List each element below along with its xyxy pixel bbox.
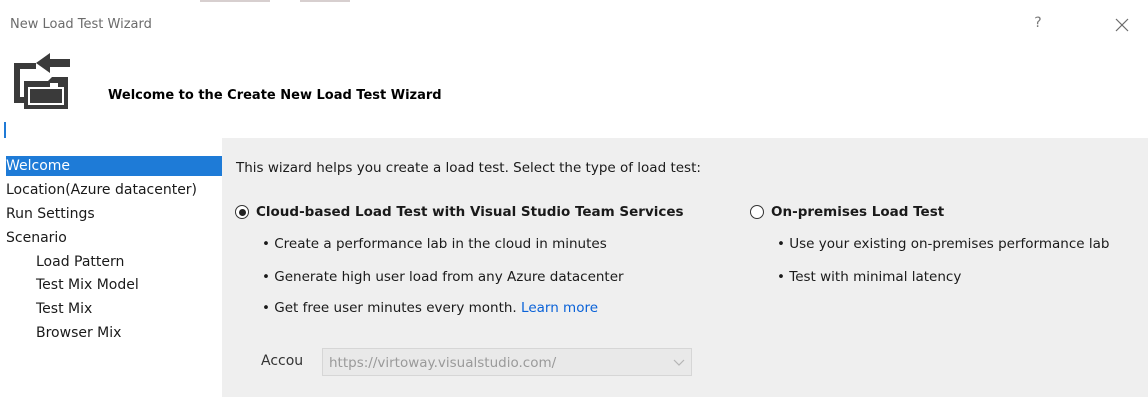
onprem-option-label[interactable]: On-premises Load Test: [771, 204, 944, 220]
background-artifact: [200, 0, 270, 2]
cloud-bullet: • Get free user minutes every month. Lea…: [262, 300, 598, 316]
cloud-option-label[interactable]: Cloud-based Load Test with Visual Studio…: [256, 204, 684, 220]
account-select[interactable]: https://virtoway.visualstudio.com/: [322, 348, 692, 376]
nav-item-scenario[interactable]: Scenario: [6, 228, 67, 248]
cloud-radio[interactable]: [235, 205, 249, 219]
help-button[interactable]: ?: [1030, 15, 1046, 33]
radio-selected-dot: [238, 208, 246, 216]
account-select-value: https://virtoway.visualstudio.com/: [329, 355, 557, 371]
account-label: Accou: [261, 353, 304, 369]
nav-item-load-pattern[interactable]: Load Pattern: [36, 252, 124, 272]
close-icon: [1115, 18, 1129, 32]
window-title: New Load Test Wizard: [10, 17, 152, 32]
wizard-title: Welcome to the Create New Load Test Wiza…: [108, 88, 442, 103]
nav-item-test-mix-model[interactable]: Test Mix Model: [36, 275, 139, 295]
intro-text: This wizard helps you create a load test…: [236, 160, 701, 176]
background-artifact: [300, 0, 350, 2]
cloud-bullet: • Generate high user load from any Azure…: [262, 269, 624, 285]
nav-item-label: Welcome: [6, 158, 71, 174]
onprem-bullet: • Test with minimal latency: [777, 269, 962, 285]
wizard-nav: Welcome Location(Azure datacenter) Run S…: [0, 138, 234, 397]
nav-item-test-mix[interactable]: Test Mix: [36, 299, 92, 319]
title-bar: New Load Test Wizard ?: [0, 5, 1148, 41]
main-panel: This wizard helps you create a load test…: [222, 138, 1148, 397]
chevron-down-icon: [673, 359, 685, 366]
wizard-banner: Welcome to the Create New Load Test Wiza…: [0, 41, 1148, 138]
onprem-bullet: • Use your existing on-premises performa…: [777, 236, 1110, 252]
nav-item-run-settings[interactable]: Run Settings: [6, 204, 95, 224]
load-test-wizard-icon: [14, 53, 70, 109]
nav-item-welcome[interactable]: Welcome: [6, 156, 234, 176]
cloud-bullet-text: • Get free user minutes every month.: [262, 300, 517, 316]
nav-item-browser-mix[interactable]: Browser Mix: [36, 323, 121, 343]
cloud-bullet: • Create a performance lab in the cloud …: [262, 236, 607, 252]
learn-more-link[interactable]: Learn more: [521, 300, 598, 316]
nav-item-location[interactable]: Location(Azure datacenter): [6, 180, 197, 200]
close-button[interactable]: [1112, 15, 1132, 35]
onprem-radio[interactable]: [750, 205, 764, 219]
